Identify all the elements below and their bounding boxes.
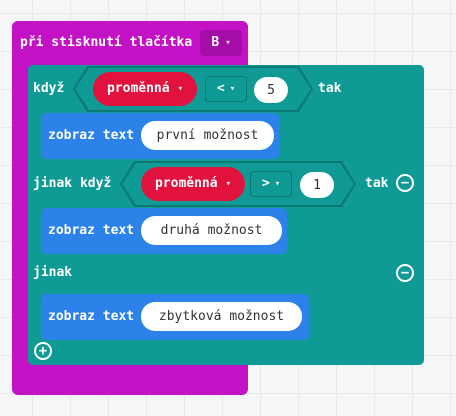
remove-else-if-button[interactable]: − bbox=[396, 174, 414, 192]
operator-dropdown-2[interactable]: > ▾ bbox=[250, 171, 292, 197]
string-input-2[interactable]: druhá možnost bbox=[141, 216, 282, 245]
string-value-3: zbytková možnost bbox=[158, 309, 285, 324]
operator-value-1: < bbox=[216, 81, 225, 96]
chevron-down-icon: ▾ bbox=[274, 178, 281, 189]
number-value-1: 5 bbox=[267, 82, 275, 98]
button-dropdown-value: B bbox=[211, 35, 220, 50]
variable-name-2: proměnná bbox=[154, 176, 218, 191]
string-value-1: první možnost bbox=[156, 128, 259, 143]
show-string-label-1: zobraz text bbox=[48, 128, 135, 143]
number-value-2: 1 bbox=[313, 177, 321, 193]
event-label: při stisknutí tlačítka bbox=[20, 35, 193, 50]
variable-name-1: proměnná bbox=[106, 81, 170, 96]
number-input-1[interactable]: 5 bbox=[254, 77, 288, 103]
button-dropdown[interactable]: B ▾ bbox=[200, 30, 242, 56]
else-if-label: jinak když bbox=[33, 176, 112, 191]
else-row bbox=[28, 255, 424, 291]
if-label: když bbox=[33, 81, 65, 96]
chevron-down-icon: ▾ bbox=[229, 83, 236, 94]
chevron-down-icon: ▾ bbox=[177, 83, 184, 94]
number-input-2[interactable]: 1 bbox=[300, 172, 334, 198]
operator-value-2: > bbox=[261, 176, 270, 191]
remove-else-button[interactable]: − bbox=[396, 264, 414, 282]
minus-icon: − bbox=[400, 175, 410, 191]
show-string-label-3: zobraz text bbox=[48, 309, 135, 324]
variable-dropdown-1[interactable]: proměnná ▾ bbox=[93, 72, 197, 106]
minus-icon: − bbox=[400, 265, 410, 281]
show-string-label-2: zobraz text bbox=[48, 223, 135, 238]
string-input-3[interactable]: zbytková možnost bbox=[141, 302, 302, 331]
chevron-down-icon: ▾ bbox=[225, 37, 231, 48]
variable-dropdown-2[interactable]: proměnná ▾ bbox=[141, 167, 245, 201]
add-else-if-button[interactable]: + bbox=[34, 342, 52, 360]
then-label-1: tak bbox=[318, 81, 342, 96]
else-label: jinak bbox=[33, 265, 73, 280]
chevron-down-icon: ▾ bbox=[225, 178, 232, 189]
string-value-2: druhá možnost bbox=[160, 223, 263, 238]
then-label-2: tak bbox=[365, 176, 389, 191]
operator-dropdown-1[interactable]: < ▾ bbox=[205, 76, 247, 102]
plus-icon: + bbox=[38, 343, 48, 359]
string-input-1[interactable]: první možnost bbox=[141, 121, 274, 150]
